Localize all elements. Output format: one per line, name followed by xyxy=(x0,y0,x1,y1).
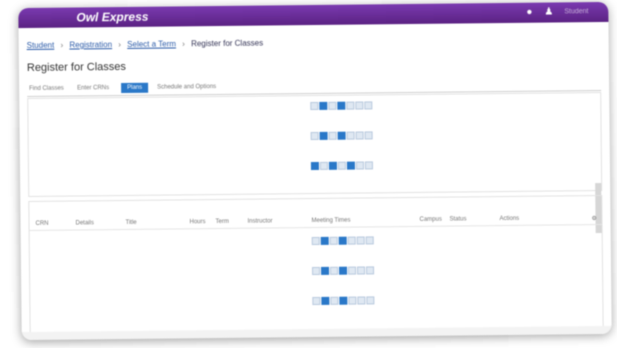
tab-schedule-options[interactable]: Schedule and Options xyxy=(157,84,216,91)
tab-plans[interactable]: Plans xyxy=(121,82,149,94)
col-meeting-times[interactable]: Meeting Times xyxy=(311,218,350,224)
col-hours[interactable]: Hours xyxy=(189,219,205,225)
tab-enter-crns[interactable]: Enter CRNs xyxy=(77,85,109,91)
table-row[interactable] xyxy=(29,125,601,159)
col-details[interactable]: Details xyxy=(76,220,94,226)
col-title[interactable]: Title xyxy=(126,220,137,226)
meeting-days xyxy=(310,131,373,141)
brand-logo[interactable]: Owl Express xyxy=(76,10,148,25)
summary-panel xyxy=(27,91,603,234)
meeting-days xyxy=(312,266,375,276)
col-instructor[interactable]: Instructor xyxy=(247,218,272,224)
tab-find-classes[interactable]: Find Classes xyxy=(29,86,64,92)
table-row[interactable] xyxy=(28,95,600,129)
breadcrumb-registration[interactable]: Registration xyxy=(69,40,112,49)
app-window: Owl Express ● ♟ Student Student › Regist… xyxy=(18,1,612,341)
page-title: Register for Classes xyxy=(26,60,127,75)
meeting-days xyxy=(311,236,374,246)
breadcrumb-separator: › xyxy=(60,40,64,50)
user-icon[interactable]: ♟ xyxy=(544,6,553,17)
meeting-days xyxy=(312,296,375,306)
breadcrumb: Student › Registration › Select a Term ›… xyxy=(27,39,264,50)
breadcrumb-separator: › xyxy=(182,39,185,49)
top-bar: Owl Express ● ♟ Student xyxy=(18,1,609,29)
table-row[interactable] xyxy=(30,260,602,294)
user-name[interactable]: Student xyxy=(564,8,588,15)
breadcrumb-select-term[interactable]: Select a Term xyxy=(127,39,176,49)
results-panel: CRN Details Title Hours Term Instructor … xyxy=(28,194,604,333)
table-header: CRN Details Title Hours Term Instructor … xyxy=(29,214,602,231)
col-status[interactable]: Status xyxy=(449,216,466,222)
col-actions[interactable]: Actions xyxy=(499,216,519,222)
breadcrumb-current: Register for Classes xyxy=(191,38,264,49)
col-term[interactable]: Term xyxy=(215,219,228,225)
breadcrumb-separator: › xyxy=(118,40,122,50)
col-campus[interactable]: Campus xyxy=(419,217,441,223)
col-crn[interactable]: CRN xyxy=(36,221,49,227)
info-icon[interactable]: ● xyxy=(526,7,532,18)
settings-icon[interactable]: ⚙ xyxy=(591,215,596,222)
table-row[interactable] xyxy=(30,230,602,264)
breadcrumb-student[interactable]: Student xyxy=(27,41,55,50)
table-row[interactable] xyxy=(29,155,601,189)
meeting-days xyxy=(310,161,373,171)
meeting-days xyxy=(310,101,373,111)
table-row[interactable] xyxy=(30,290,602,324)
